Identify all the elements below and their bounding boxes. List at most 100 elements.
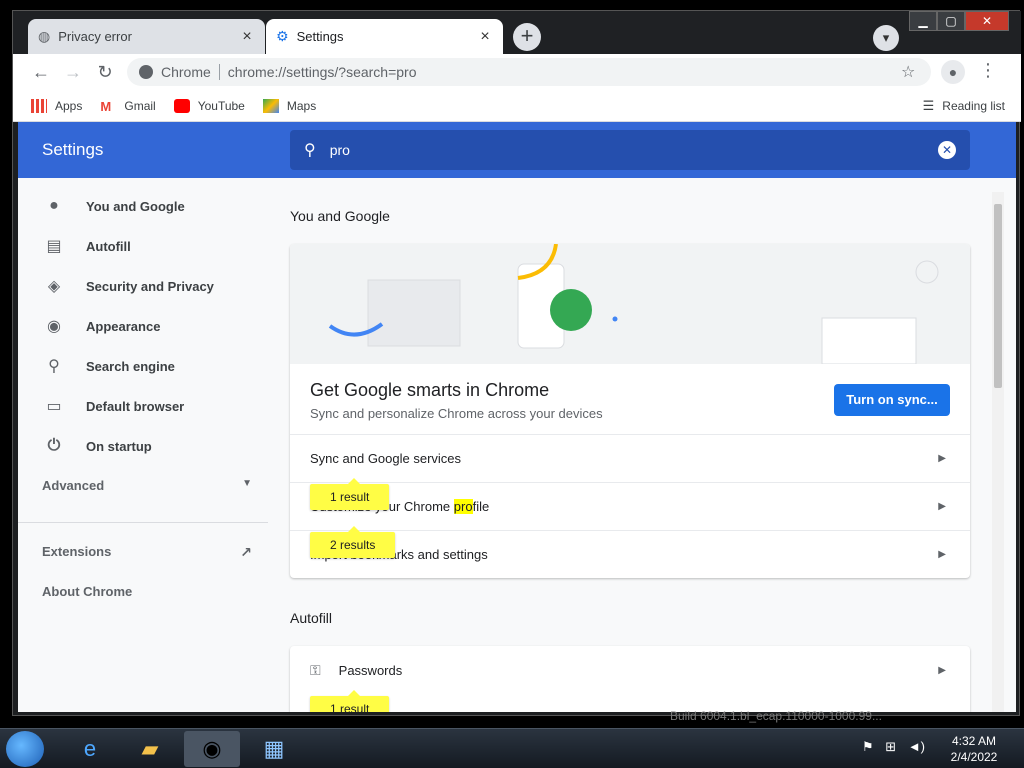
browser-window: ◍ Privacy error × ⚙ Settings × + ▾ ▁ ▢ ✕… bbox=[12, 10, 1021, 716]
maps-icon bbox=[262, 98, 279, 113]
back-arrow-icon[interactable]: ← bbox=[29, 60, 53, 84]
bookmark-youtube[interactable]: YouTube bbox=[173, 98, 245, 113]
sidebar-advanced[interactable]: Advanced ▼ bbox=[42, 478, 252, 493]
sidebar-item-security[interactable]: ◈ Security and Privacy bbox=[18, 266, 268, 306]
file-explorer-icon[interactable]: ▰ bbox=[122, 731, 178, 767]
turn-on-sync-button[interactable]: Turn on sync... bbox=[834, 384, 950, 416]
sidebar-extensions[interactable]: Extensions ↗ bbox=[42, 544, 252, 561]
settings-sidebar: ● You and Google ▤ Autofill ◈ Security a… bbox=[18, 178, 268, 712]
apps-grid-icon bbox=[31, 98, 47, 113]
person-icon: ● bbox=[49, 197, 59, 214]
site-label: Chrome bbox=[161, 64, 211, 80]
system-tray: ⚑ ⊞ ◄) bbox=[862, 739, 925, 755]
scrollbar-thumb[interactable] bbox=[994, 204, 1002, 388]
remote-desktop-icon[interactable]: ▦ bbox=[246, 731, 302, 767]
row-label: Passwords bbox=[338, 662, 403, 678]
bookmark-apps[interactable]: Apps bbox=[31, 98, 83, 113]
clipboard-icon: ▤ bbox=[46, 238, 62, 255]
row-label: Customize your Chrome profile bbox=[310, 499, 938, 514]
row-label: Sync and Google services bbox=[310, 451, 462, 466]
network-icon[interactable]: ⊞ bbox=[885, 739, 896, 754]
close-icon[interactable]: × bbox=[239, 28, 255, 45]
start-button[interactable] bbox=[6, 731, 44, 767]
bookmark-maps[interactable]: Maps bbox=[262, 98, 316, 113]
chevron-right-icon: ▶ bbox=[938, 453, 946, 464]
bookmark-label: YouTube bbox=[197, 98, 245, 113]
search-result-bubble: 1 result bbox=[310, 478, 390, 510]
tab-privacy-error[interactable]: ◍ Privacy error × bbox=[28, 19, 265, 54]
kebab-menu-icon[interactable]: ⋮ bbox=[979, 60, 997, 81]
sync-promo-title: Get Google smarts in Chrome bbox=[310, 380, 550, 400]
bookmark-label: Gmail bbox=[124, 98, 156, 113]
tab-strip: ◍ Privacy error × ⚙ Settings × + ▾ ▁ ▢ ✕ bbox=[13, 11, 1021, 54]
browser-toolbar: ← → ↻ Chrome chrome://settings/?search=p… bbox=[13, 54, 1021, 90]
chevron-down-icon: ▼ bbox=[242, 478, 252, 489]
omnibox-divider bbox=[218, 64, 220, 80]
reading-list-label: Reading list bbox=[942, 99, 1005, 113]
sidebar-item-autofill[interactable]: ▤ Autofill bbox=[18, 226, 268, 266]
search-query-text: pro bbox=[329, 142, 350, 158]
clock[interactable]: 4:32 AM 2/4/2022 bbox=[946, 733, 1002, 765]
volume-icon[interactable]: ◄) bbox=[908, 739, 925, 754]
row-passwords[interactable]: ⚿ Passwords ▶ bbox=[290, 646, 970, 694]
close-icon[interactable]: × bbox=[477, 28, 493, 45]
maximize-button[interactable]: ▢ bbox=[937, 11, 965, 31]
flag-icon[interactable]: ⚑ bbox=[862, 739, 874, 754]
sidebar-item-search-engine[interactable]: ⚲ Search engine bbox=[18, 346, 268, 386]
new-tab-button[interactable]: + bbox=[513, 23, 541, 51]
chrome-icon bbox=[139, 65, 153, 79]
sync-banner-illustration bbox=[290, 244, 970, 365]
window-close-button[interactable]: ✕ bbox=[965, 11, 1009, 31]
tab-settings[interactable]: ⚙ Settings × bbox=[266, 19, 503, 54]
browser-icon: ▭ bbox=[46, 398, 62, 415]
row-label: Import bookmarks and settings bbox=[310, 547, 488, 562]
sidebar-item-you-and-google[interactable]: ● You and Google bbox=[18, 186, 268, 226]
bookmark-star-icon[interactable]: ☆ bbox=[901, 62, 915, 82]
bookmark-label: Apps bbox=[55, 98, 83, 113]
internet-explorer-icon[interactable]: e bbox=[62, 731, 118, 767]
chevron-right-icon: ▶ bbox=[938, 549, 946, 560]
chrome-taskbar-icon[interactable]: ◉ bbox=[184, 731, 240, 767]
search-icon: ⚲ bbox=[304, 142, 316, 159]
settings-title: Settings bbox=[42, 140, 104, 159]
sidebar-divider bbox=[18, 522, 268, 523]
sidebar-item-label: Search engine bbox=[86, 358, 175, 374]
tab-search-button[interactable]: ▾ bbox=[873, 25, 899, 51]
row-label-text: file bbox=[472, 499, 490, 514]
sidebar-item-on-startup[interactable]: ⏻ On startup bbox=[18, 426, 268, 466]
sync-promo-subtitle: Sync and personalize Chrome across your … bbox=[310, 406, 603, 421]
forward-arrow-icon[interactable]: → bbox=[61, 60, 85, 84]
shield-icon: ◈ bbox=[47, 278, 61, 295]
profile-avatar[interactable]: ● bbox=[941, 60, 965, 84]
sidebar-item-label: You and Google bbox=[86, 198, 185, 214]
sidebar-item-label: On startup bbox=[86, 438, 152, 454]
sidebar-item-label: Default browser bbox=[86, 398, 185, 414]
minimize-button[interactable]: ▁ bbox=[909, 11, 937, 31]
gear-icon: ⚙ bbox=[276, 28, 289, 44]
address-bar[interactable]: Chrome chrome://settings/?search=pro bbox=[127, 58, 931, 86]
reload-icon[interactable]: ↻ bbox=[93, 60, 117, 84]
advanced-label: Advanced bbox=[42, 478, 105, 493]
clear-search-icon[interactable]: ✕ bbox=[938, 141, 956, 159]
settings-search-input[interactable]: ⚲ pro ✕ bbox=[290, 130, 970, 170]
row-customize-profile[interactable]: Customize your Chrome profile ▶ bbox=[290, 482, 970, 530]
settings-main: You and Google Get Google smarts in Chro bbox=[290, 178, 970, 712]
sidebar-item-default-browser[interactable]: ▭ Default browser bbox=[18, 386, 268, 426]
bookmark-gmail[interactable]: M Gmail bbox=[100, 98, 156, 114]
reading-list-icon: ☰ bbox=[922, 98, 935, 113]
search-icon: ⚲ bbox=[48, 358, 60, 375]
page-scrollbar[interactable] bbox=[992, 192, 1004, 712]
reading-list-button[interactable]: ☰ Reading list bbox=[923, 98, 1005, 114]
extensions-label: Extensions bbox=[42, 544, 112, 559]
row-sync-google-services[interactable]: Sync and Google services ▶ bbox=[290, 434, 970, 482]
autofill-card: ⚿ Passwords ▶ 1 result bbox=[290, 646, 970, 712]
banner-illustration bbox=[328, 244, 939, 365]
bookmarks-bar: Apps M Gmail YouTube Maps ☰ Reading list bbox=[13, 90, 1021, 122]
search-highlight: pro bbox=[453, 499, 473, 514]
build-watermark: Build 6004.1.bl_ecap.110000-1000.99... bbox=[670, 709, 882, 723]
open-external-icon: ↗ bbox=[240, 544, 252, 560]
sidebar-item-appearance[interactable]: ◉ Appearance bbox=[18, 306, 268, 346]
chevron-right-icon: ▶ bbox=[938, 501, 946, 512]
sidebar-item-label: Autofill bbox=[86, 238, 131, 254]
sidebar-about-chrome[interactable]: About Chrome bbox=[42, 584, 132, 599]
